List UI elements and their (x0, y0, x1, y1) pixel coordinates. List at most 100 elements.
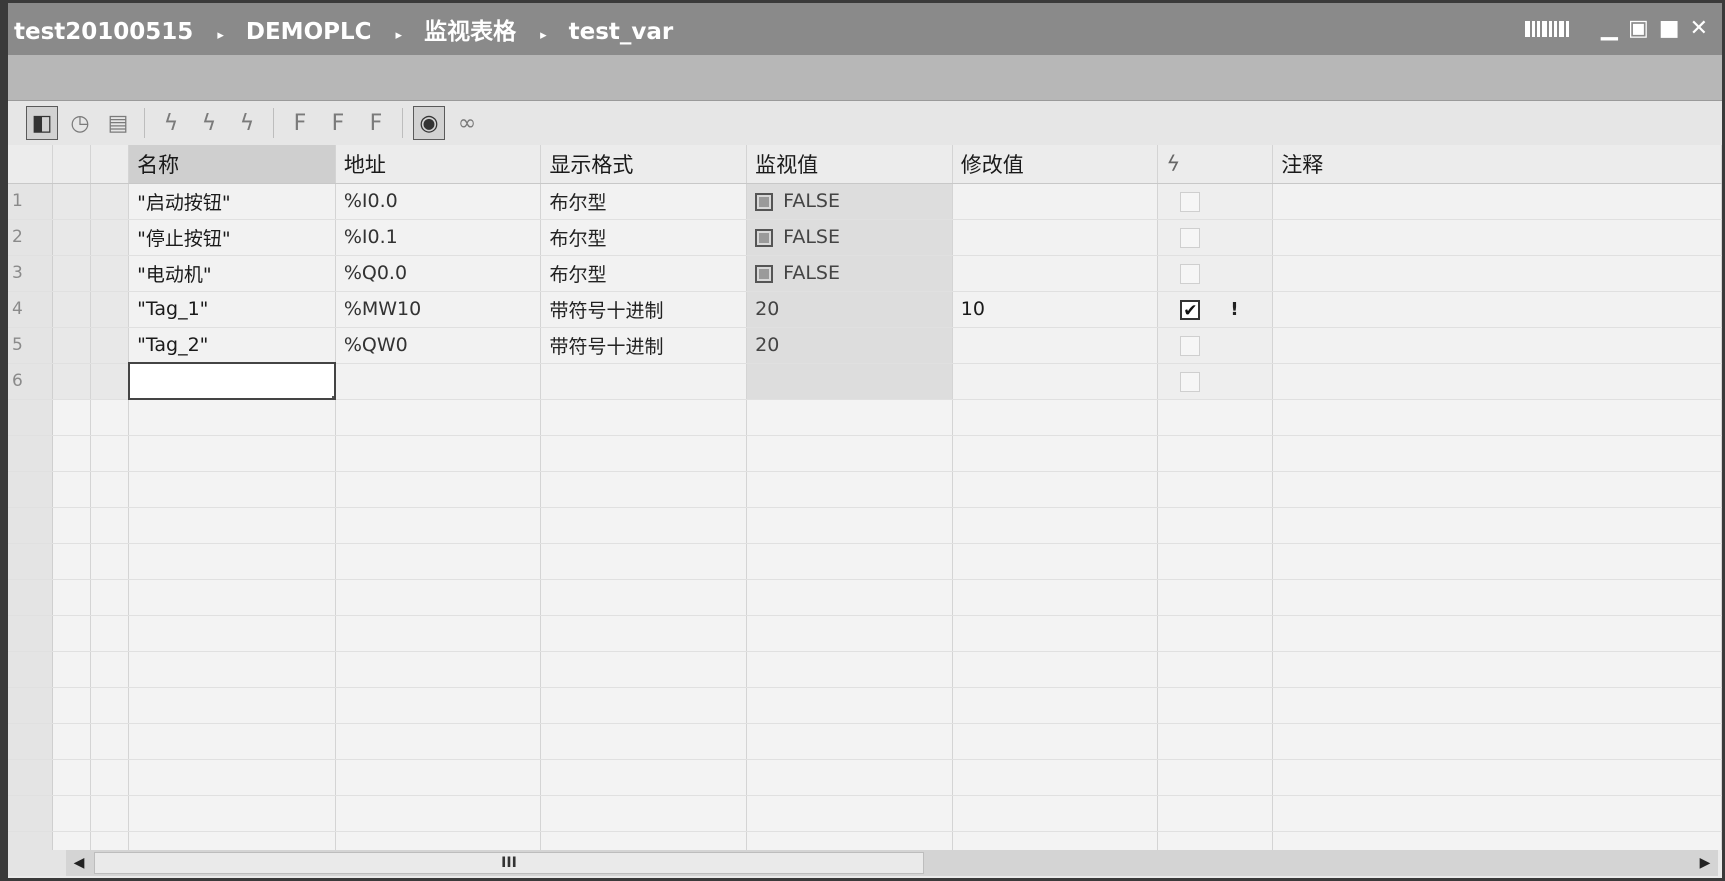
modify-all-icon[interactable]: ϟ (231, 106, 263, 140)
name-cell[interactable]: "启动按钮" (128, 183, 336, 220)
column-header-name[interactable]: 名称 (128, 145, 336, 184)
empty-cell (335, 435, 542, 472)
address-cell[interactable]: %Q0.0 (335, 255, 542, 292)
show-force-icon[interactable]: ▤ (102, 106, 134, 140)
row-number[interactable]: 4 (8, 291, 54, 328)
breadcrumb-plc[interactable]: DEMOPLC (246, 19, 372, 45)
name-cell[interactable] (127, 362, 337, 400)
scroll-left-icon[interactable]: ◀ (66, 850, 92, 876)
empty-cell (746, 399, 953, 436)
format-cell[interactable] (540, 363, 748, 400)
fill-handle-icon[interactable] (332, 396, 334, 397)
monitor-start-icon[interactable]: ◉ (413, 106, 445, 140)
horizontal-scrollbar[interactable]: ◀ III ▶ (66, 850, 1718, 876)
title-bar: test20100515 ▸ DEMOPLC ▸ 监视表格 ▸ test_var… (8, 3, 1722, 55)
modify-value-cell[interactable] (952, 363, 1159, 400)
row-number[interactable]: 5 (8, 327, 54, 364)
comment-cell[interactable] (1272, 219, 1722, 256)
name-cell[interactable]: "Tag_2" (128, 327, 336, 364)
empty-cell (52, 507, 92, 544)
monitor-all-icon[interactable]: ◧ (26, 106, 58, 140)
stop-force-icon[interactable]: F (322, 106, 354, 140)
name-cell[interactable]: "Tag_1" (128, 291, 336, 328)
format-cell[interactable]: 布尔型 (540, 219, 748, 256)
modify-value-cell[interactable] (952, 255, 1159, 292)
format-cell[interactable]: 布尔型 (540, 183, 748, 220)
modify-checkbox[interactable] (1180, 263, 1201, 284)
breadcrumb-monitor-tables[interactable]: 监视表格 (424, 19, 516, 45)
force-all-icon[interactable]: F (360, 106, 392, 140)
empty-cell (90, 579, 130, 616)
breadcrumb-table-name[interactable]: test_var (569, 19, 674, 45)
row-number[interactable]: 2 (8, 219, 54, 256)
monitor-value: 20 (755, 298, 780, 320)
table-row[interactable]: 2 "停止按钮" %I0.1 布尔型 FALSE (8, 219, 1722, 256)
monitor-once-icon[interactable]: ◷ (64, 106, 96, 140)
column-header-monitor-value[interactable]: 监视值 (746, 145, 953, 184)
column-header-comment[interactable]: 注释 (1272, 145, 1722, 184)
scroll-right-icon[interactable]: ▶ (1692, 850, 1718, 876)
format-cell[interactable]: 带符号十进制 (540, 291, 748, 328)
modify-value-cell[interactable] (952, 219, 1159, 256)
empty-cell (746, 795, 953, 832)
row-number[interactable]: 1 (8, 183, 54, 220)
modify-value-cell[interactable] (952, 183, 1159, 220)
column-header-modify-flag[interactable]: ϟ (1157, 145, 1274, 184)
restore-icon[interactable]: ▣ (1628, 18, 1649, 40)
empty-cell (540, 543, 748, 580)
modify-checkbox[interactable] (1180, 191, 1201, 212)
minimize-icon[interactable]: ▁ (1601, 18, 1618, 40)
close-icon[interactable]: ✕ (1690, 18, 1708, 40)
empty-cell (1272, 579, 1722, 616)
format-cell[interactable]: 布尔型 (540, 255, 748, 292)
address-cell[interactable]: %QW0 (335, 327, 542, 364)
grip-icon[interactable] (1525, 21, 1570, 37)
comment-cell[interactable] (1272, 327, 1722, 364)
maximize-icon[interactable]: ■ (1659, 18, 1680, 40)
table-row[interactable]: 6 (8, 362, 1722, 400)
empty-cell (52, 615, 92, 652)
modify-value-cell[interactable] (952, 327, 1159, 364)
modify-now-icon[interactable]: ϟ (155, 106, 187, 140)
empty-cell (952, 435, 1159, 472)
comment-cell[interactable] (1272, 183, 1722, 220)
empty-cell (1157, 687, 1274, 724)
column-header-format[interactable]: 显示格式 (540, 145, 748, 184)
address-cell[interactable]: %MW10 (335, 291, 542, 328)
modify-trigger-icon[interactable]: ϟ (193, 106, 225, 140)
comment-cell[interactable] (1272, 363, 1722, 400)
address-cell[interactable]: %I0.0 (335, 183, 542, 220)
name-cell[interactable]: "停止按钮" (128, 219, 336, 256)
force-icon[interactable]: F (284, 106, 316, 140)
table-row[interactable]: 4 "Tag_1" %MW10 带符号十进制 20 10 ✔! (8, 291, 1722, 328)
modify-checkbox[interactable] (1180, 335, 1201, 356)
warning-icon: ! (1230, 299, 1239, 320)
scrollbar-thumb[interactable]: III (94, 852, 924, 874)
modify-flag-cell (1157, 363, 1274, 400)
monitor-glasses-icon[interactable]: ∞ (451, 106, 483, 140)
breadcrumb-project[interactable]: test20100515 (14, 19, 193, 45)
modify-checkbox[interactable] (1180, 371, 1201, 392)
column-header-modify-value[interactable]: 修改值 (952, 145, 1159, 184)
address-cell[interactable]: %I0.1 (335, 219, 542, 256)
column-header-address[interactable]: 地址 (335, 145, 542, 184)
comment-cell[interactable] (1272, 291, 1722, 328)
empty-cell (952, 795, 1159, 832)
monitor-value: 20 (755, 334, 780, 356)
modify-checkbox[interactable] (1180, 227, 1201, 248)
name-cell[interactable]: "电动机" (128, 255, 336, 292)
format-cell[interactable]: 带符号十进制 (540, 327, 748, 364)
comment-cell[interactable] (1272, 255, 1722, 292)
row-number[interactable]: 3 (8, 255, 54, 292)
modify-value-cell[interactable]: 10 (952, 291, 1159, 328)
row-number[interactable]: 6 (8, 363, 54, 400)
toolbar-separator (402, 108, 403, 138)
modify-checkbox[interactable]: ✔ (1180, 299, 1201, 320)
empty-cell (128, 723, 336, 760)
empty-cell (952, 759, 1159, 796)
table-row[interactable]: 5 "Tag_2" %QW0 带符号十进制 20 (8, 327, 1722, 364)
address-cell[interactable] (335, 363, 542, 400)
empty-cell (952, 831, 1159, 850)
table-row[interactable]: 1 "启动按钮" %I0.0 布尔型 FALSE (8, 183, 1722, 220)
table-row[interactable]: 3 "电动机" %Q0.0 布尔型 FALSE (8, 255, 1722, 292)
